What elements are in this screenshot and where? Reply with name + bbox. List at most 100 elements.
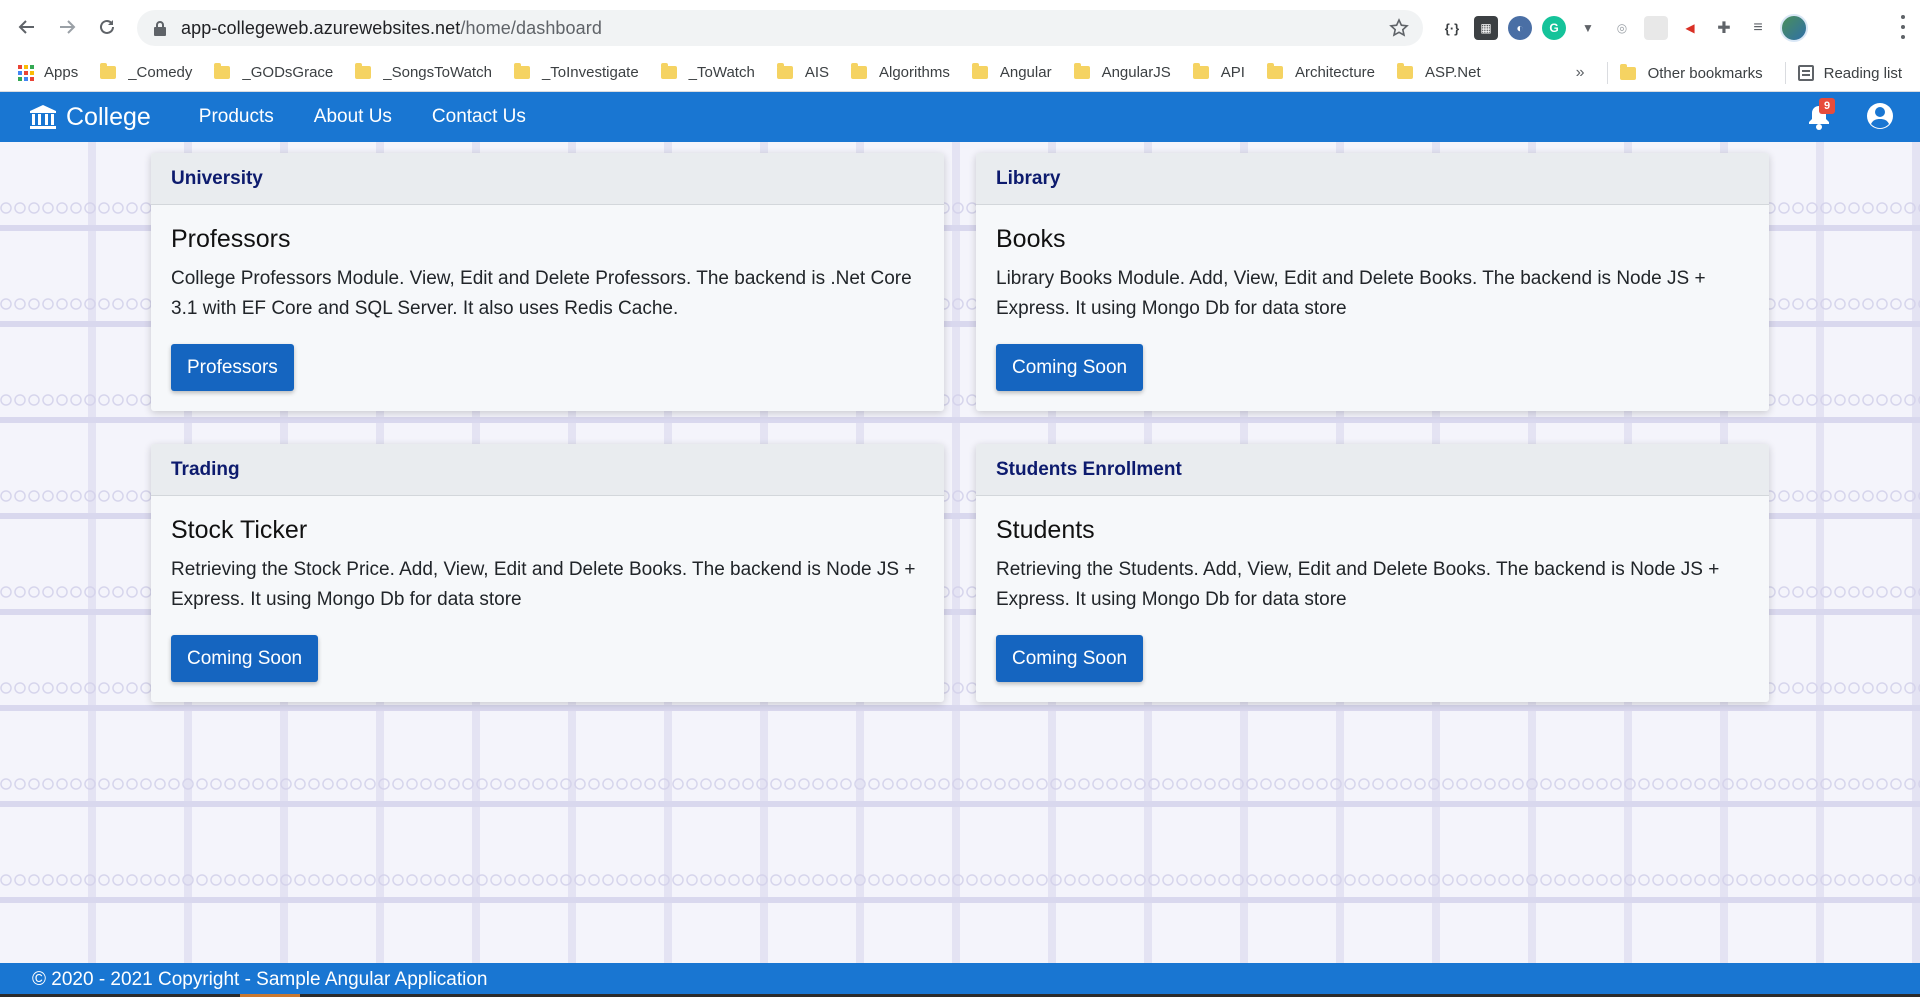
reading-list[interactable]: Reading list (1797, 65, 1902, 82)
browser-toolbar: app-collegeweb.azurewebsites.net/home/da… (0, 0, 1920, 54)
folder-icon (1266, 63, 1283, 79)
university-icon (30, 105, 56, 129)
card-body: Books Library Books Module. Add, View, E… (976, 205, 1769, 411)
bookmark-item[interactable]: Architecture (1266, 63, 1376, 81)
bookmarks-right: » Other bookmarks Reading list (1576, 54, 1902, 92)
bookmark-label: Other bookmarks (1647, 64, 1763, 82)
folder-icon (355, 63, 372, 79)
bookmark-label: AngularJS (1101, 64, 1171, 81)
grammarly-icon[interactable]: G (1542, 16, 1566, 40)
card-body: Students Retrieving the Students. Add, V… (976, 496, 1769, 702)
bookmark-item[interactable]: AIS (776, 63, 829, 81)
folder-icon (1192, 63, 1209, 79)
reload-icon (100, 19, 114, 34)
card-body: Stock Ticker Retrieving the Stock Price.… (151, 496, 944, 702)
students-coming-soon-button[interactable]: Coming Soon (996, 635, 1144, 682)
card-title: Students (996, 516, 1095, 544)
reading-list-icon (1797, 65, 1814, 81)
brand-title: College (66, 102, 151, 131)
card-body: Professors College Professors Module. Vi… (151, 205, 944, 411)
account-circle-icon[interactable] (1865, 101, 1895, 131)
puzzle-icon[interactable]: ✚ (1712, 16, 1736, 40)
bookmark-label: API (1220, 64, 1245, 81)
json-extension-icon[interactable]: {·} (1440, 16, 1464, 40)
bookmark-label: _ToInvestigate (541, 64, 639, 81)
bookmark-item[interactable]: Algorithms (851, 63, 950, 81)
divider (1784, 62, 1786, 84)
stock-coming-soon-button[interactable]: Coming Soon (171, 635, 319, 682)
back-button[interactable] (13, 13, 41, 41)
card-trading: Trading Stock Ticker Retrieving the Stoc… (151, 444, 944, 702)
card-university: University Professors College Professors… (151, 153, 944, 411)
address-bar[interactable]: app-collegeweb.azurewebsites.net/home/da… (137, 10, 1423, 46)
card-text: College Professors Module. View, Edit an… (171, 268, 912, 319)
reload-button[interactable] (93, 13, 121, 41)
bookmark-label: _SongsToWatch (383, 64, 492, 81)
bookmark-apps[interactable]: Apps (18, 64, 78, 81)
folder-icon (971, 63, 988, 79)
bookmark-item[interactable]: _SongsToWatch (355, 63, 492, 81)
card-header: Library (976, 153, 1769, 205)
folder-icon (1397, 63, 1414, 79)
books-coming-soon-button[interactable]: Coming Soon (996, 344, 1144, 391)
other-bookmarks[interactable]: Other bookmarks (1619, 63, 1763, 82)
profile-avatar[interactable] (1780, 14, 1808, 42)
bookmark-label: Angular (999, 64, 1052, 81)
extension-icon[interactable] (1644, 16, 1668, 40)
bookmark-star-icon[interactable] (1389, 18, 1409, 38)
bookmark-label: ASP.Net (1425, 64, 1481, 81)
bookmark-label: Architecture (1294, 64, 1376, 81)
bookmark-item[interactable]: _Comedy (100, 63, 193, 81)
bookmark-item[interactable]: _ToInvestigate (513, 63, 639, 81)
arrow-left-icon (18, 20, 34, 34)
bookmark-item[interactable]: AngularJS (1073, 63, 1171, 81)
card-text: Library Books Module. Add, View, Edit an… (996, 268, 1706, 319)
card-header: Trading (151, 444, 944, 496)
card-title: Books (996, 225, 1066, 253)
more-menu-icon[interactable] (1900, 15, 1906, 39)
forward-button[interactable] (53, 13, 81, 41)
url-text: app-collegeweb.azurewebsites.net/home/da… (181, 17, 602, 38)
extension-icon[interactable]: ▦ (1474, 16, 1498, 40)
bookmark-label: Apps (44, 64, 79, 81)
dashboard-content: University Professors College Professors… (0, 142, 1920, 963)
bookmark-label: AIS (804, 64, 829, 81)
nav-about-us[interactable]: About Us (314, 106, 392, 128)
bookmarks-bar: Apps _Comedy _GODsGrace _SongsToWatch _T… (0, 54, 1920, 92)
extension-icon[interactable]: ◐ (1508, 16, 1532, 40)
card-title: Stock Ticker (171, 516, 308, 544)
extension-icon[interactable]: ◎ (1610, 16, 1634, 40)
card-header: University (151, 153, 944, 205)
notifications-button[interactable]: 9 (1804, 98, 1835, 132)
bookmark-item[interactable]: _ToWatch (660, 63, 755, 81)
extensions-area: {·} ▦ ◐ G ▼ ◎ ◀ ✚ ≡ (1440, 13, 1808, 43)
arrow-right-icon (60, 20, 76, 34)
notification-badge: 9 (1819, 98, 1835, 114)
folder-icon (660, 63, 677, 79)
nav-products[interactable]: Products (199, 106, 274, 128)
app-navbar: College Products About Us Contact Us 9 (0, 92, 1920, 142)
bookmark-item[interactable]: ASP.Net (1397, 63, 1481, 81)
bookmark-item[interactable]: Angular (971, 63, 1052, 81)
folder-icon (100, 63, 117, 79)
folder-icon (1619, 63, 1636, 80)
card-students-enrollment: Students Enrollment Students Retrieving … (976, 444, 1769, 702)
vue-icon[interactable]: ▼ (1576, 16, 1600, 40)
nav-contact-us[interactable]: Contact Us (432, 106, 526, 128)
megaphone-icon[interactable]: ◀ (1678, 16, 1702, 40)
bookmark-item[interactable]: _GODsGrace (214, 63, 333, 81)
bookmark-item[interactable]: API (1192, 63, 1245, 81)
bookmark-label: _ToWatch (688, 64, 755, 81)
bookmark-label: Algorithms (879, 64, 950, 81)
apps-grid-icon (18, 64, 34, 81)
professors-button[interactable]: Professors (171, 344, 294, 391)
bookmark-label: _Comedy (128, 64, 193, 81)
playlist-icon[interactable]: ≡ (1746, 16, 1770, 40)
footer-copyright: © 2020 - 2021 Copyright - Sample Angular… (32, 969, 488, 990)
brand-link[interactable]: College (28, 102, 151, 132)
footer: © 2020 - 2021 Copyright - Sample Angular… (0, 963, 1920, 997)
lock-icon (154, 21, 166, 36)
card-text: Retrieving the Stock Price. Add, View, E… (171, 559, 916, 610)
more-bookmarks-button[interactable]: » (1576, 64, 1585, 82)
card-text: Retrieving the Students. Add, View, Edit… (996, 559, 1720, 610)
